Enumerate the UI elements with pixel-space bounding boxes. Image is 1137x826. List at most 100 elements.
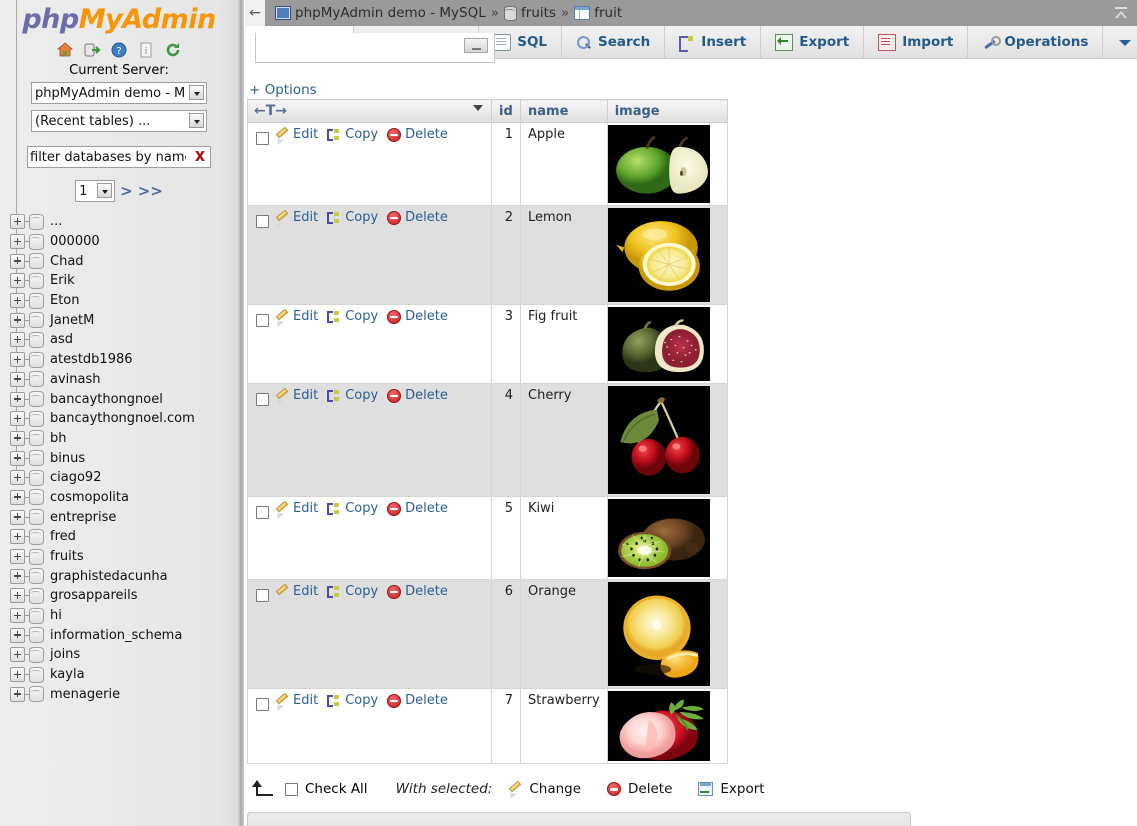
row-edit-link[interactable]: Edit xyxy=(275,388,318,403)
expand-plus-icon[interactable] xyxy=(10,627,25,643)
expand-plus-icon[interactable] xyxy=(10,273,25,289)
row-select-checkbox[interactable] xyxy=(256,313,269,327)
row-edit-link[interactable]: Edit xyxy=(275,693,318,708)
collapse-toggle-icon[interactable] xyxy=(464,38,488,53)
row-select-checkbox[interactable] xyxy=(256,131,269,145)
tab-more[interactable]: More xyxy=(1103,26,1137,58)
row-edit-link[interactable]: Edit xyxy=(275,309,318,324)
table-row[interactable]: Edit Copy Delete 3 Fig fruit xyxy=(247,304,728,384)
home-icon[interactable] xyxy=(56,41,74,59)
sidebar-database-item[interactable]: fruits xyxy=(10,547,238,567)
expand-plus-icon[interactable] xyxy=(10,608,25,624)
expand-plus-icon[interactable] xyxy=(10,214,25,230)
sidebar-database-item[interactable]: ... xyxy=(10,212,238,232)
sidebar-database-item[interactable]: Chad xyxy=(10,251,238,271)
sidebar-database-item[interactable]: bancaythongnoel.com xyxy=(10,409,238,429)
expand-plus-icon[interactable] xyxy=(10,686,25,702)
expand-plus-icon[interactable] xyxy=(10,312,25,328)
tab-search[interactable]: Search xyxy=(562,26,666,58)
expand-plus-icon[interactable] xyxy=(10,234,25,250)
expand-plus-icon[interactable] xyxy=(10,430,25,446)
sidebar-database-item[interactable]: bh xyxy=(10,429,238,449)
expand-plus-icon[interactable] xyxy=(10,568,25,584)
last-page-link[interactable]: >> xyxy=(138,182,163,200)
collapse-up-icon[interactable] xyxy=(1105,0,1137,26)
column-header-name[interactable]: name xyxy=(520,99,608,123)
row-select-checkbox[interactable] xyxy=(256,505,269,519)
bulk-delete-button[interactable]: Delete xyxy=(607,781,672,797)
table-row[interactable]: Edit Copy Delete 1 Apple xyxy=(247,122,728,206)
sidebar-database-item[interactable]: information_schema xyxy=(10,625,238,645)
tab-import[interactable]: Import xyxy=(864,26,969,58)
tab-export[interactable]: Export xyxy=(761,26,865,58)
expand-plus-icon[interactable] xyxy=(10,332,25,348)
check-all-checkbox[interactable] xyxy=(285,782,298,796)
row-copy-link[interactable]: Copy xyxy=(327,309,378,324)
column-header-id[interactable]: id xyxy=(491,99,521,123)
sidebar-database-item[interactable]: hi xyxy=(10,606,238,626)
chevron-down-icon[interactable] xyxy=(473,105,483,111)
row-copy-link[interactable]: Copy xyxy=(327,127,378,142)
options-toggle-link[interactable]: + Options xyxy=(249,82,317,98)
sidebar-database-item[interactable]: atestdb1986 xyxy=(10,350,238,370)
table-row[interactable]: Edit Copy Delete 7 Strawberry xyxy=(247,688,728,764)
clear-filter-icon[interactable]: X xyxy=(195,148,205,167)
back-button[interactable]: ← xyxy=(245,0,265,26)
table-row[interactable]: Edit Copy Delete 6 Orange xyxy=(247,579,728,689)
sidebar-database-item[interactable]: bancaythongnoel xyxy=(10,389,238,409)
next-page-link[interactable]: > xyxy=(120,182,133,200)
sidebar-database-item[interactable]: grosappareils xyxy=(10,586,238,606)
expand-plus-icon[interactable] xyxy=(10,352,25,368)
row-delete-link[interactable]: Delete xyxy=(387,210,448,225)
row-copy-link[interactable]: Copy xyxy=(327,501,378,516)
sidebar-database-item[interactable]: asd xyxy=(10,330,238,350)
tab-insert[interactable]: Insert xyxy=(665,26,762,58)
sidebar-resizer[interactable] xyxy=(238,0,244,826)
expand-plus-icon[interactable] xyxy=(10,647,25,663)
server-export-icon[interactable] xyxy=(83,41,101,59)
server-select[interactable]: phpMyAdmin demo - My xyxy=(31,82,207,104)
tab-operations[interactable]: Operations xyxy=(968,26,1104,58)
expand-plus-icon[interactable] xyxy=(10,253,25,269)
table-row[interactable]: Edit Copy Delete 5 Kiwi xyxy=(247,496,728,580)
row-edit-link[interactable]: Edit xyxy=(275,584,318,599)
expand-plus-icon[interactable] xyxy=(10,588,25,604)
row-delete-link[interactable]: Delete xyxy=(387,388,448,403)
row-select-checkbox[interactable] xyxy=(256,392,269,406)
sidebar-database-item[interactable]: cosmopolita xyxy=(10,488,238,508)
column-header-image[interactable]: image xyxy=(606,99,728,123)
documentation-icon[interactable]: i xyxy=(137,41,155,59)
expand-plus-icon[interactable] xyxy=(10,470,25,486)
row-delete-link[interactable]: Delete xyxy=(387,584,448,599)
breadcrumb-database[interactable]: fruits xyxy=(504,5,556,21)
sidebar-database-item[interactable]: menagerie xyxy=(10,685,238,705)
breadcrumb-table[interactable]: fruit xyxy=(574,5,622,21)
row-copy-link[interactable]: Copy xyxy=(327,693,378,708)
sidebar-database-item[interactable]: Erik xyxy=(10,271,238,291)
row-copy-link[interactable]: Copy xyxy=(327,210,378,225)
reload-icon[interactable] xyxy=(164,41,182,59)
expand-plus-icon[interactable] xyxy=(10,529,25,545)
sidebar-database-item[interactable]: ciago92 xyxy=(10,468,238,488)
expand-plus-icon[interactable] xyxy=(10,450,25,466)
row-select-checkbox[interactable] xyxy=(256,214,269,228)
sidebar-database-item[interactable]: entreprise xyxy=(10,507,238,527)
expand-plus-icon[interactable] xyxy=(10,489,25,505)
recent-tables-select[interactable]: (Recent tables) ... xyxy=(31,110,207,132)
row-copy-link[interactable]: Copy xyxy=(327,584,378,599)
expand-plus-icon[interactable] xyxy=(10,391,25,407)
row-select-checkbox[interactable] xyxy=(256,588,269,602)
row-delete-link[interactable]: Delete xyxy=(387,309,448,324)
phpmyadmin-logo[interactable]: phpMyAdmin xyxy=(0,0,238,36)
sidebar-database-item[interactable]: joins xyxy=(10,645,238,665)
table-row[interactable]: Edit Copy Delete 4 Cherry xyxy=(247,383,728,497)
expand-plus-icon[interactable] xyxy=(10,293,25,309)
row-edit-link[interactable]: Edit xyxy=(275,501,318,516)
row-delete-link[interactable]: Delete xyxy=(387,501,448,516)
filter-databases-input[interactable] xyxy=(28,147,188,167)
expand-plus-icon[interactable] xyxy=(10,509,25,525)
row-select-checkbox[interactable] xyxy=(256,697,269,711)
bulk-export-button[interactable]: Export xyxy=(698,781,765,797)
page-number-select[interactable]: 1 xyxy=(75,180,116,202)
sidebar-database-item[interactable]: fred xyxy=(10,527,238,547)
